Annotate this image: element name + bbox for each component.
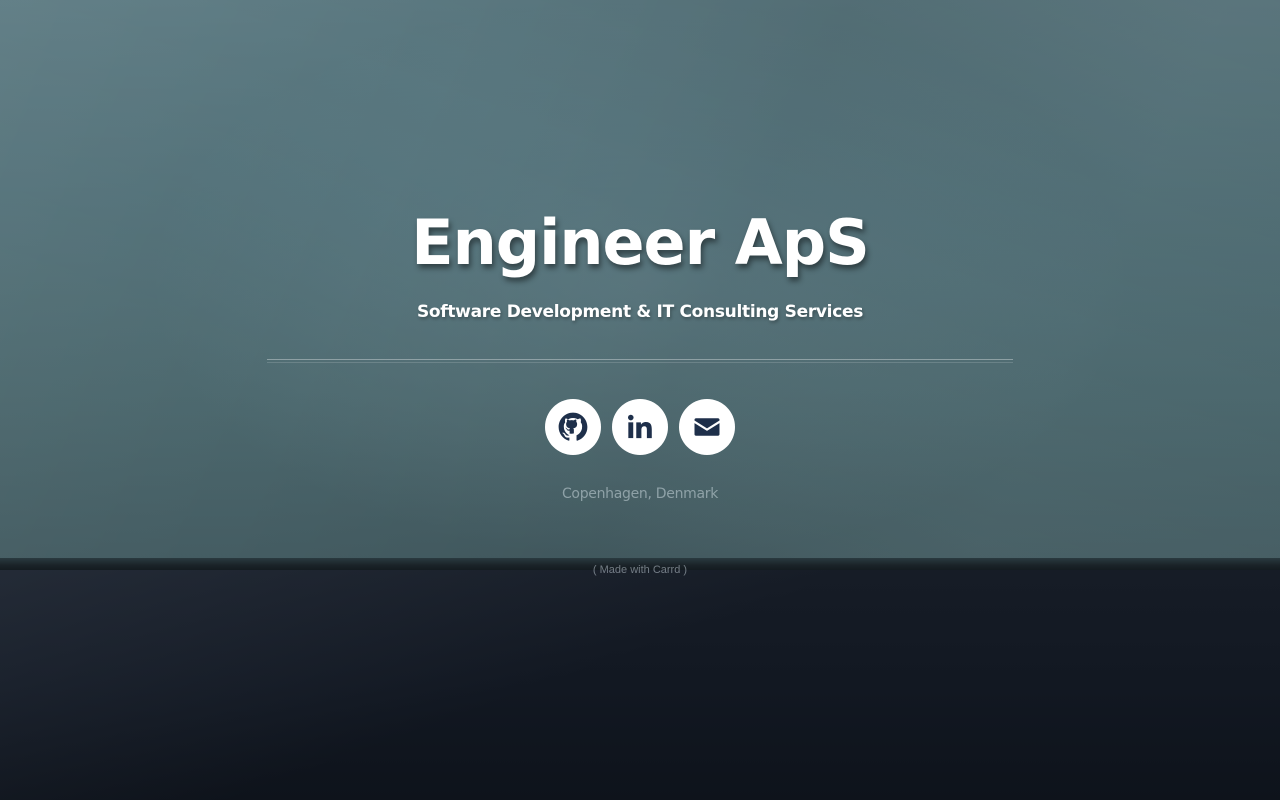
credit-close: )	[680, 564, 688, 576]
github-icon	[558, 412, 588, 441]
page-title: Engineer ApS	[411, 206, 870, 279]
linkedin-button[interactable]	[612, 399, 668, 455]
main-content: Engineer ApS Software Development & IT C…	[0, 0, 1280, 800]
linkedin-icon	[627, 414, 652, 439]
email-button[interactable]	[679, 399, 735, 455]
page-subtitle: Software Development & IT Consulting Ser…	[416, 302, 864, 322]
made-with-carrd-link[interactable]: Made with Carrd	[600, 564, 681, 576]
envelope-icon	[694, 418, 720, 436]
github-button[interactable]	[545, 399, 601, 455]
divider	[267, 359, 1013, 363]
credit-open: (	[592, 564, 600, 576]
social-icons	[545, 399, 735, 455]
location-text: Copenhagen, Denmark	[561, 486, 719, 502]
credit-text: ( Made with Carrd )	[0, 563, 1280, 577]
